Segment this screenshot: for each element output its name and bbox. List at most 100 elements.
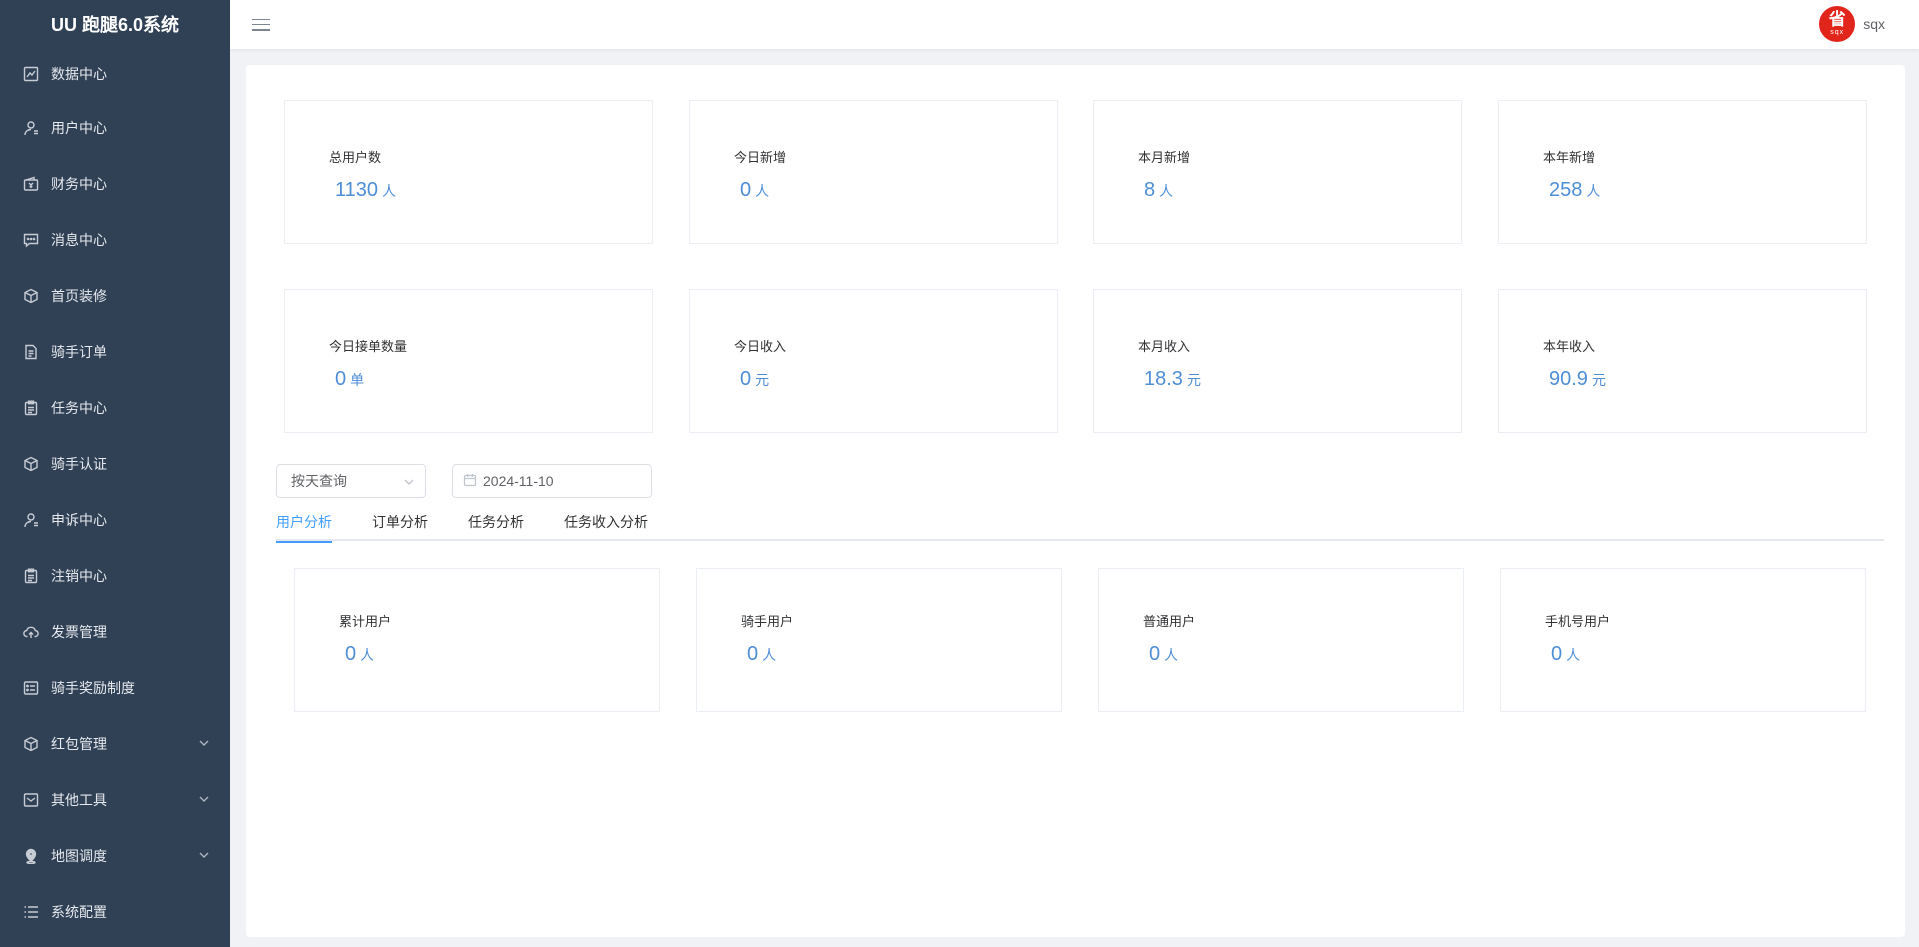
sidebar-item-label: 申诉中心 [51,512,107,528]
stat-label: 本月新增 [1138,150,1191,165]
tab-task-income-analysis[interactable]: 任务收入分析 [564,503,648,541]
sidebar-item-label: 其他工具 [51,792,107,808]
tab-order-analysis[interactable]: 订单分析 [372,503,428,541]
chevron-down-icon [198,792,210,808]
stat-card-month-new: 本月新增 8人 [1093,100,1462,244]
chart-line-icon [22,65,40,83]
stat-card-year-income: 本年收入 90.9 元 [1498,289,1867,433]
sidebar-item-cancellation-center[interactable]: 注销中心 [0,548,230,604]
stat-card-year-new: 本年新增 258 人 [1498,100,1867,244]
avatar[interactable]: 省 sqx [1819,6,1856,42]
message-icon [22,231,40,249]
date-value: 2024-11-10 [483,473,554,489]
stat-value: 0人 [740,179,770,201]
analysis-card-regular-users: 普通用户 0人 [1098,568,1464,712]
sidebar-item-rider-rewards[interactable]: 骑手奖励制度 [0,660,230,716]
query-mode-select[interactable]: 按天查询 [276,464,426,498]
tab-user-analysis[interactable]: 用户分析 [276,503,332,543]
box-icon [22,455,40,473]
stat-label: 今日接单数量 [329,339,408,354]
stat-value: 18.3 元 [1144,368,1201,390]
sidebar-menu: 数据中心 用户中心 财务中心 消息中心 首页装修 骑手订单 任务中心 骑手认证 [0,48,230,940]
sidebar-item-label: 首页装修 [51,288,107,304]
stat-label: 本年收入 [1543,339,1596,354]
sidebar-item-label: 骑手奖励制度 [51,680,135,696]
cloud-upload-icon [22,623,40,641]
query-mode-value: 按天查询 [291,473,347,489]
stat-card-today-new: 今日新增 0人 [689,100,1058,244]
sidebar-item-label: 地图调度 [51,848,107,864]
analysis-value: 0人 [747,643,777,665]
wallet-icon [22,175,40,193]
main-content: 总用户数 1130 人 今日新增 0人 本月新增 8人 本年新增 258 人 今日接… [246,65,1905,937]
sidebar-item-label: 用户中心 [51,120,107,136]
sidebar-item-label: 数据中心 [51,66,107,82]
hamburger-menu-icon[interactable] [252,17,270,33]
stat-value: 8人 [1144,179,1174,201]
clipboard-icon [22,399,40,417]
user-icon [22,511,40,529]
sidebar-item-other-tools[interactable]: 其他工具 [0,772,230,828]
stat-card-month-income: 本月收入 18.3 元 [1093,289,1462,433]
chevron-down-icon [403,475,415,491]
avatar-subtext: sqx [1830,28,1845,36]
analysis-label: 累计用户 [339,614,392,629]
stat-value: 0单 [335,368,365,390]
sidebar-item-user-center[interactable]: 用户中心 [0,100,230,156]
stat-label: 总用户数 [329,150,382,165]
sidebar-item-label: 骑手认证 [51,456,107,472]
sidebar-item-system-config[interactable]: 系统配置 [0,884,230,940]
analysis-tabs: 用户分析 订单分析 任务分析 任务收入分析 [276,503,1884,543]
analysis-label: 手机号用户 [1545,614,1611,629]
list-card-icon [22,679,40,697]
sidebar-item-label: 注销中心 [51,568,107,584]
mail-icon [22,791,40,809]
sidebar-item-red-packet-management[interactable]: 红包管理 [0,716,230,772]
sidebar: UU 跑腿6.0系统 数据中心 用户中心 财务中心 消息中心 首页装修 骑手订单 [0,0,230,947]
sidebar-item-label: 任务中心 [51,400,107,416]
sidebar-item-invoice-management[interactable]: 发票管理 [0,604,230,660]
sidebar-item-label: 红包管理 [51,736,107,752]
analysis-card-cumulative-users: 累计用户 0人 [294,568,660,712]
analysis-value: 0人 [345,643,375,665]
stat-card-total-users: 总用户数 1130 人 [284,100,653,244]
sidebar-item-rider-orders[interactable]: 骑手订单 [0,324,230,380]
chevron-down-icon [198,736,210,752]
sidebar-item-label: 发票管理 [51,624,107,640]
calendar-icon [463,473,477,490]
username[interactable]: sqx [1863,16,1885,32]
chevron-down-icon [198,848,210,864]
tab-task-analysis[interactable]: 任务分析 [468,503,524,541]
user-dropdown[interactable]: 省 sqx sqx [1819,6,1885,42]
stat-label: 今日收入 [734,339,787,354]
stat-value: 90.9 元 [1549,368,1606,390]
sidebar-item-label: 系统配置 [51,904,107,920]
document-icon [22,343,40,361]
analysis-card-rider-users: 骑手用户 0人 [696,568,1062,712]
sidebar-item-appeal-center[interactable]: 申诉中心 [0,492,230,548]
box-icon [22,735,40,753]
location-icon [22,847,40,865]
sidebar-item-message-center[interactable]: 消息中心 [0,212,230,268]
stat-value: 258 人 [1549,179,1601,201]
sidebar-item-label: 消息中心 [51,232,107,248]
sidebar-item-home-decoration[interactable]: 首页装修 [0,268,230,324]
analysis-value: 0人 [1149,643,1179,665]
stat-card-today-income: 今日收入 0元 [689,289,1058,433]
stat-value: 0元 [740,368,770,390]
analysis-card-phone-users: 手机号用户 0人 [1500,568,1866,712]
sidebar-item-label: 骑手订单 [51,344,107,360]
stat-card-today-orders: 今日接单数量 0单 [284,289,653,433]
sidebar-item-task-center[interactable]: 任务中心 [0,380,230,436]
analysis-value: 0人 [1551,643,1581,665]
top-header: 省 sqx sqx [230,0,1919,49]
date-picker[interactable]: 2024-11-10 [452,464,652,498]
sidebar-item-label: 财务中心 [51,176,107,192]
sidebar-item-finance-center[interactable]: 财务中心 [0,156,230,212]
sidebar-item-data-center[interactable]: 数据中心 [0,48,230,100]
clipboard-icon [22,567,40,585]
analysis-label: 普通用户 [1143,614,1196,629]
sidebar-item-rider-verification[interactable]: 骑手认证 [0,436,230,492]
stat-label: 今日新增 [734,150,787,165]
sidebar-item-map-dispatch[interactable]: 地图调度 [0,828,230,884]
